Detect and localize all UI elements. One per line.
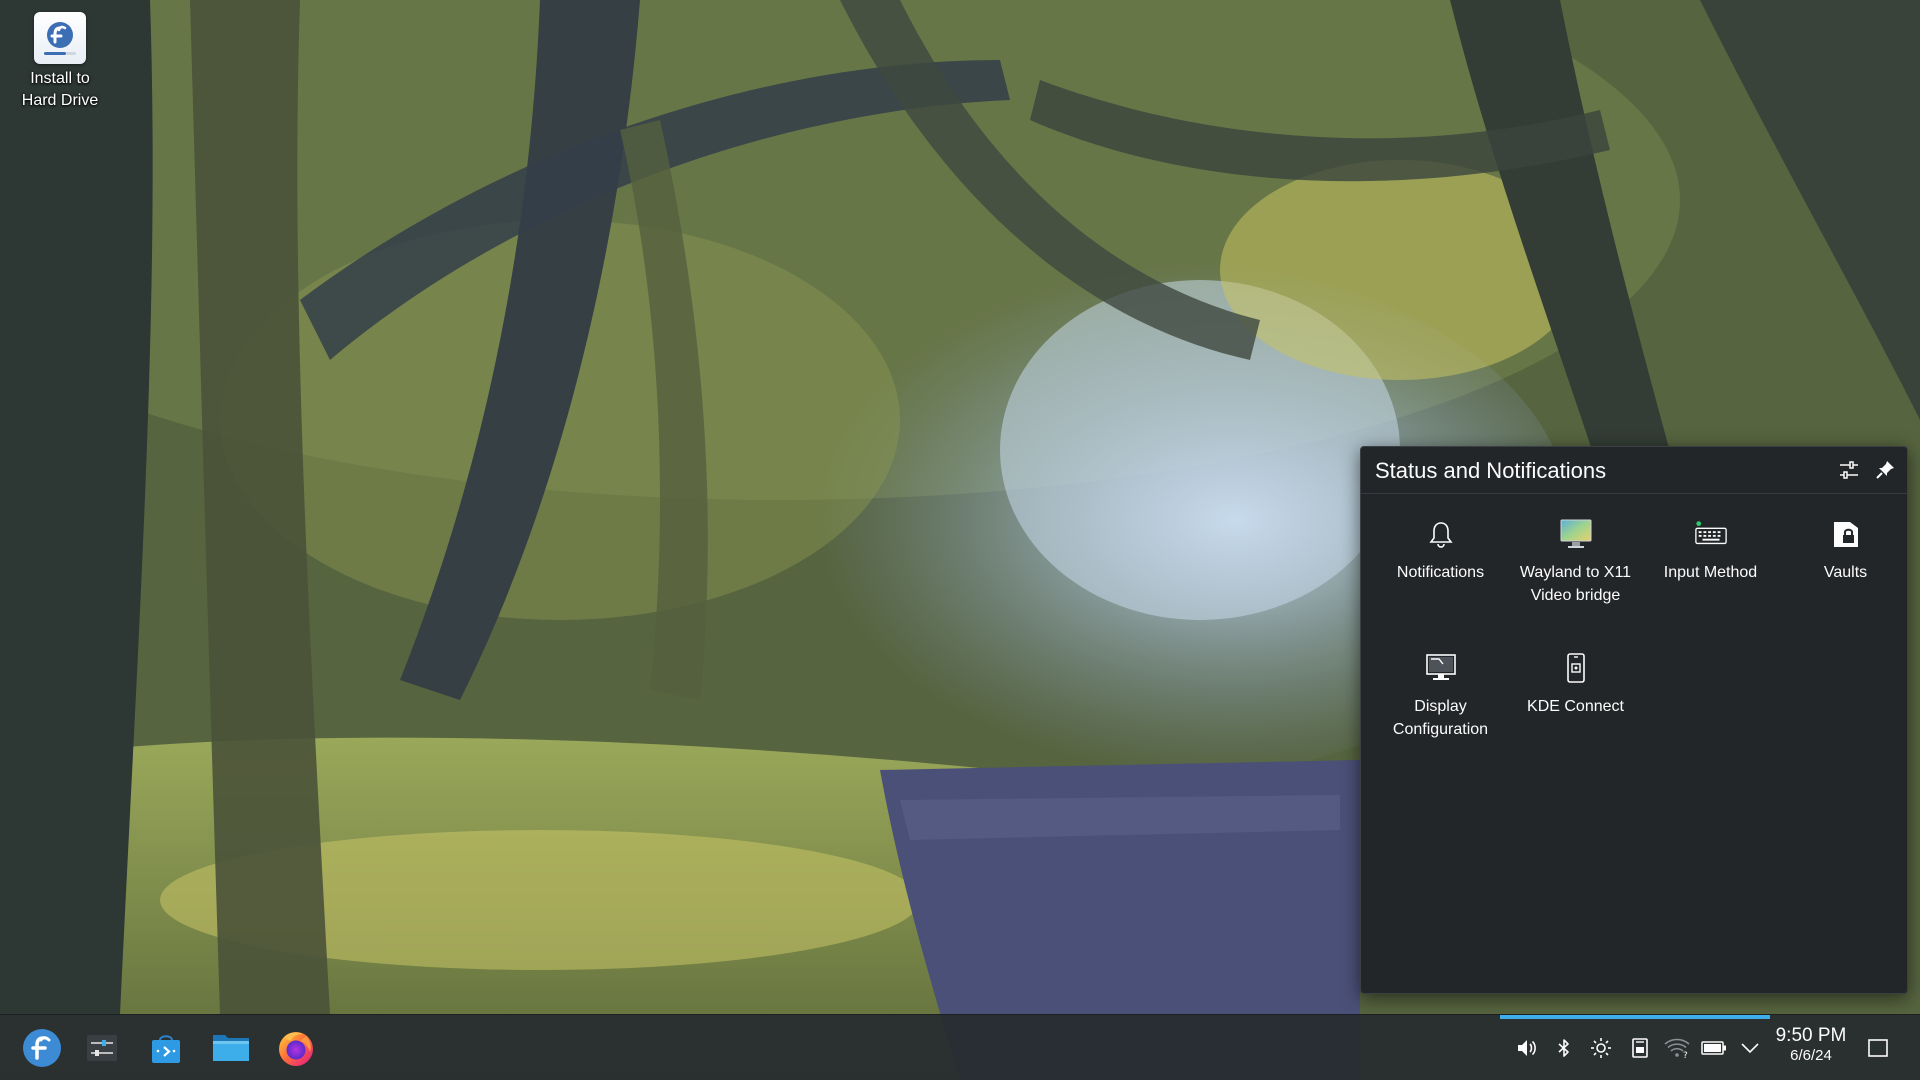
bell-icon xyxy=(1424,517,1458,551)
applet-label: Notifications xyxy=(1396,564,1485,581)
applet-vaults[interactable]: Vaults xyxy=(1778,507,1913,641)
storage-icon xyxy=(1632,1038,1648,1058)
configure-button[interactable] xyxy=(1835,456,1863,484)
applet-notifications[interactable]: Notifications xyxy=(1373,507,1508,641)
bluetooth-button[interactable] xyxy=(1551,1035,1577,1061)
application-launcher-button[interactable] xyxy=(18,1024,66,1072)
applet-input-method[interactable]: Input Method xyxy=(1643,507,1778,641)
network-button[interactable]: ? xyxy=(1664,1035,1690,1061)
volume-button[interactable] xyxy=(1513,1035,1539,1061)
phone-icon xyxy=(1559,651,1593,685)
battery-icon xyxy=(1701,1041,1726,1055)
digital-clock[interactable]: 9:50 PM 6/6/24 xyxy=(1770,1025,1852,1065)
pin-icon xyxy=(1876,461,1894,479)
tray-expand-button[interactable] xyxy=(1737,1035,1763,1061)
applet-display-configuration[interactable]: Display Configuration xyxy=(1373,641,1508,775)
install-to-hard-drive-desktop-icon[interactable]: Install to Hard Drive xyxy=(8,12,112,112)
desktop-icon-label-line2: Hard Drive xyxy=(21,92,99,109)
discover-button[interactable] xyxy=(142,1024,190,1072)
taskbar: ? 9:50 PM 6/6/24 xyxy=(0,1014,1920,1080)
firefox-icon xyxy=(279,1032,313,1066)
battery-button[interactable] xyxy=(1701,1035,1727,1061)
desktop-icon-label-line1: Install to xyxy=(30,70,90,87)
configure-icon xyxy=(1840,461,1858,479)
applet-label: KDE Connect xyxy=(1527,698,1624,715)
applet-label: Input Method xyxy=(1663,564,1758,581)
vault-lock-icon xyxy=(1829,517,1863,551)
file-manager-button[interactable] xyxy=(207,1024,255,1072)
status-notifications-popup: Status and Notifications Notifications W… xyxy=(1360,446,1908,994)
video-bridge-icon xyxy=(1559,517,1593,551)
tray-active-indicator xyxy=(1500,1015,1770,1019)
storage-button[interactable] xyxy=(1627,1035,1653,1061)
bluetooth-icon xyxy=(1558,1039,1569,1057)
system-settings-button[interactable] xyxy=(78,1024,126,1072)
pin-button[interactable] xyxy=(1871,456,1899,484)
desktop[interactable]: Install to Hard Drive Status and Notific… xyxy=(0,0,1920,1080)
applets-grid: Notifications Wayland to X11 Video bridg… xyxy=(1373,507,1913,775)
fedora-installer-icon xyxy=(34,12,86,64)
applet-label: Vaults xyxy=(1823,564,1868,581)
system-settings-icon xyxy=(87,1035,117,1061)
svg-text:?: ? xyxy=(1683,1051,1688,1059)
applet-label: Display Configuration xyxy=(1392,698,1489,738)
popup-title: Status and Notifications xyxy=(1375,458,1607,483)
brightness-icon xyxy=(1591,1038,1611,1058)
firefox-button[interactable] xyxy=(272,1024,320,1072)
discover-icon xyxy=(152,1035,180,1063)
brightness-button[interactable] xyxy=(1588,1035,1614,1061)
popup-header: Status and Notifications xyxy=(1361,447,1907,494)
wifi-icon: ? xyxy=(1664,1038,1690,1059)
applet-kde-connect[interactable]: KDE Connect xyxy=(1508,641,1643,775)
clock-date: 6/6/24 xyxy=(1790,1047,1832,1064)
applet-video-bridge[interactable]: Wayland to X11 Video bridge xyxy=(1508,507,1643,641)
keyboard-icon xyxy=(1694,517,1728,551)
clock-time: 9:50 PM xyxy=(1775,1025,1847,1046)
monitor-icon xyxy=(1424,651,1458,685)
chevron-down-icon xyxy=(1741,1043,1759,1054)
desktop-icon-label: Install to Hard Drive xyxy=(8,68,112,112)
applet-label: Wayland to X11 Video bridge xyxy=(1519,564,1632,604)
show-desktop-icon xyxy=(1868,1039,1888,1057)
fedora-launcher-icon xyxy=(23,1029,61,1067)
file-manager-icon xyxy=(213,1035,249,1061)
show-desktop-button[interactable] xyxy=(1864,1034,1892,1062)
volume-icon xyxy=(1518,1040,1536,1056)
